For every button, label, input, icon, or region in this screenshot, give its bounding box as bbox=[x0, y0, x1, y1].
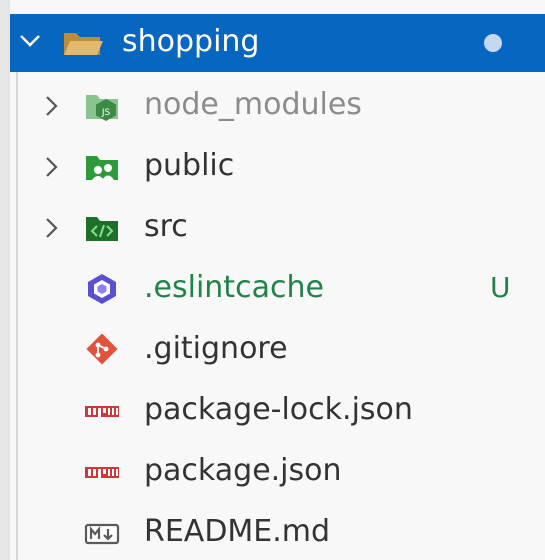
tree-item-package-json[interactable]: package.json bbox=[10, 442, 545, 502]
tree-root-shopping[interactable]: shopping bbox=[10, 14, 545, 72]
modified-dot bbox=[484, 34, 502, 52]
svg-text:JS: JS bbox=[101, 108, 111, 118]
nodejs-folder-icon: JS bbox=[86, 95, 118, 121]
tree-item-readme-md[interactable]: README.md bbox=[10, 503, 545, 560]
git-icon bbox=[86, 334, 118, 365]
tree-item-label: package-lock.json bbox=[144, 392, 413, 427]
tree-item-label: README.md bbox=[144, 514, 331, 549]
git-status-badge: U bbox=[490, 271, 511, 304]
markdown-icon bbox=[84, 523, 120, 545]
chevron-right-icon[interactable] bbox=[44, 216, 60, 240]
chevron-right-icon[interactable] bbox=[44, 94, 60, 118]
tree-item-label: node_modules bbox=[144, 87, 362, 122]
tree-item-package-lock-json[interactable]: package-lock.json bbox=[10, 381, 545, 441]
tree-item-gitignore[interactable]: .gitignore bbox=[10, 320, 545, 380]
tree-item-label: .gitignore bbox=[144, 331, 288, 366]
folder-open-icon bbox=[64, 33, 103, 55]
src-folder-icon bbox=[86, 217, 118, 241]
tree-item-label: src bbox=[144, 209, 188, 244]
npm-icon bbox=[85, 467, 119, 478]
file-explorer: shopping JS node_modules public src .esl… bbox=[0, 0, 545, 560]
chevron-right-icon[interactable] bbox=[44, 155, 60, 179]
eslint-icon bbox=[88, 274, 116, 304]
tree-item-label: package.json bbox=[144, 453, 342, 488]
tree-item-label: public bbox=[144, 148, 235, 183]
tree-item-eslintcache[interactable]: .eslintcache U bbox=[10, 259, 545, 319]
npm-icon bbox=[85, 406, 119, 417]
tree-item-label: .eslintcache bbox=[144, 270, 324, 305]
tree-item-node-modules[interactable]: JS node_modules bbox=[10, 76, 545, 136]
tree-item-src[interactable]: src bbox=[10, 198, 545, 258]
tree-item-public[interactable]: public bbox=[10, 137, 545, 197]
tree-root-label: shopping bbox=[122, 24, 260, 59]
public-folder-icon bbox=[86, 156, 118, 180]
chevron-down-icon[interactable] bbox=[18, 32, 42, 50]
